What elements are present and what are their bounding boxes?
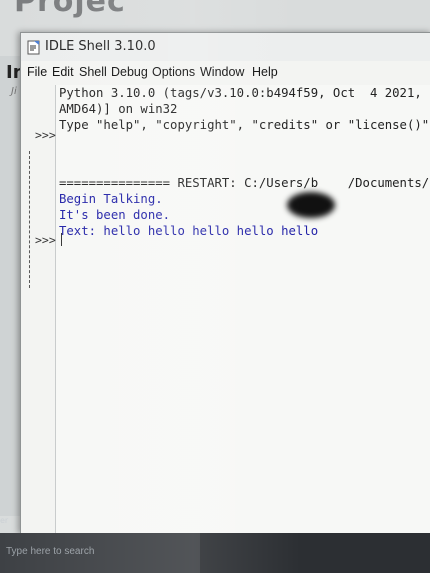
taskbar-search-box[interactable]: Type here to search	[0, 533, 200, 573]
prompt-2: >>>	[35, 233, 56, 247]
taskbar: Type here to search	[0, 533, 430, 573]
output-line: Text: hello hello hello hello hello	[59, 224, 319, 238]
output-line: It's been done.	[59, 208, 171, 222]
menu-help[interactable]: Help	[252, 65, 278, 79]
menu-file[interactable]: File	[27, 65, 47, 79]
menu-bar: File Edit Shell Debug Options Window Hel…	[21, 63, 430, 85]
shell-line: Type "help", "copyright", "credits" or "…	[59, 118, 430, 132]
prompt-1: >>>	[35, 128, 56, 142]
shell-text-area[interactable]: >>> >>> Python 3.10.0 (tags/v3.10.0:b494…	[21, 85, 430, 533]
prompt-gutter	[21, 85, 56, 533]
background-side-text: Ji	[11, 86, 17, 97]
menu-edit[interactable]: Edit	[52, 65, 74, 79]
shell-line: Python 3.10.0 (tags/v3.10.0:b494f59, Oct…	[59, 86, 430, 100]
background-title: Projec	[14, 0, 126, 19]
taskbar-side-label: er	[0, 516, 9, 525]
output-line: Begin Talking.	[59, 192, 163, 206]
menu-options[interactable]: Options	[152, 65, 195, 79]
menu-shell[interactable]: Shell	[79, 65, 107, 79]
idle-app-icon	[27, 40, 40, 55]
menu-window[interactable]: Window	[200, 65, 244, 79]
search-placeholder: Type here to search	[6, 546, 95, 557]
window-title: IDLE Shell 3.10.0	[45, 39, 156, 54]
gutter-dashed-line	[29, 151, 30, 288]
restart-line: =============== RESTART: C:/Users/b /Doc…	[59, 176, 430, 190]
title-bar[interactable]: IDLE Shell 3.10.0	[21, 33, 430, 61]
shell-line: AMD64)] on win32	[59, 102, 178, 116]
menu-debug[interactable]: Debug	[111, 65, 148, 79]
text-cursor	[61, 233, 62, 246]
redaction-smudge	[287, 192, 335, 218]
idle-shell-window: IDLE Shell 3.10.0 File Edit Shell Debug …	[20, 32, 430, 534]
